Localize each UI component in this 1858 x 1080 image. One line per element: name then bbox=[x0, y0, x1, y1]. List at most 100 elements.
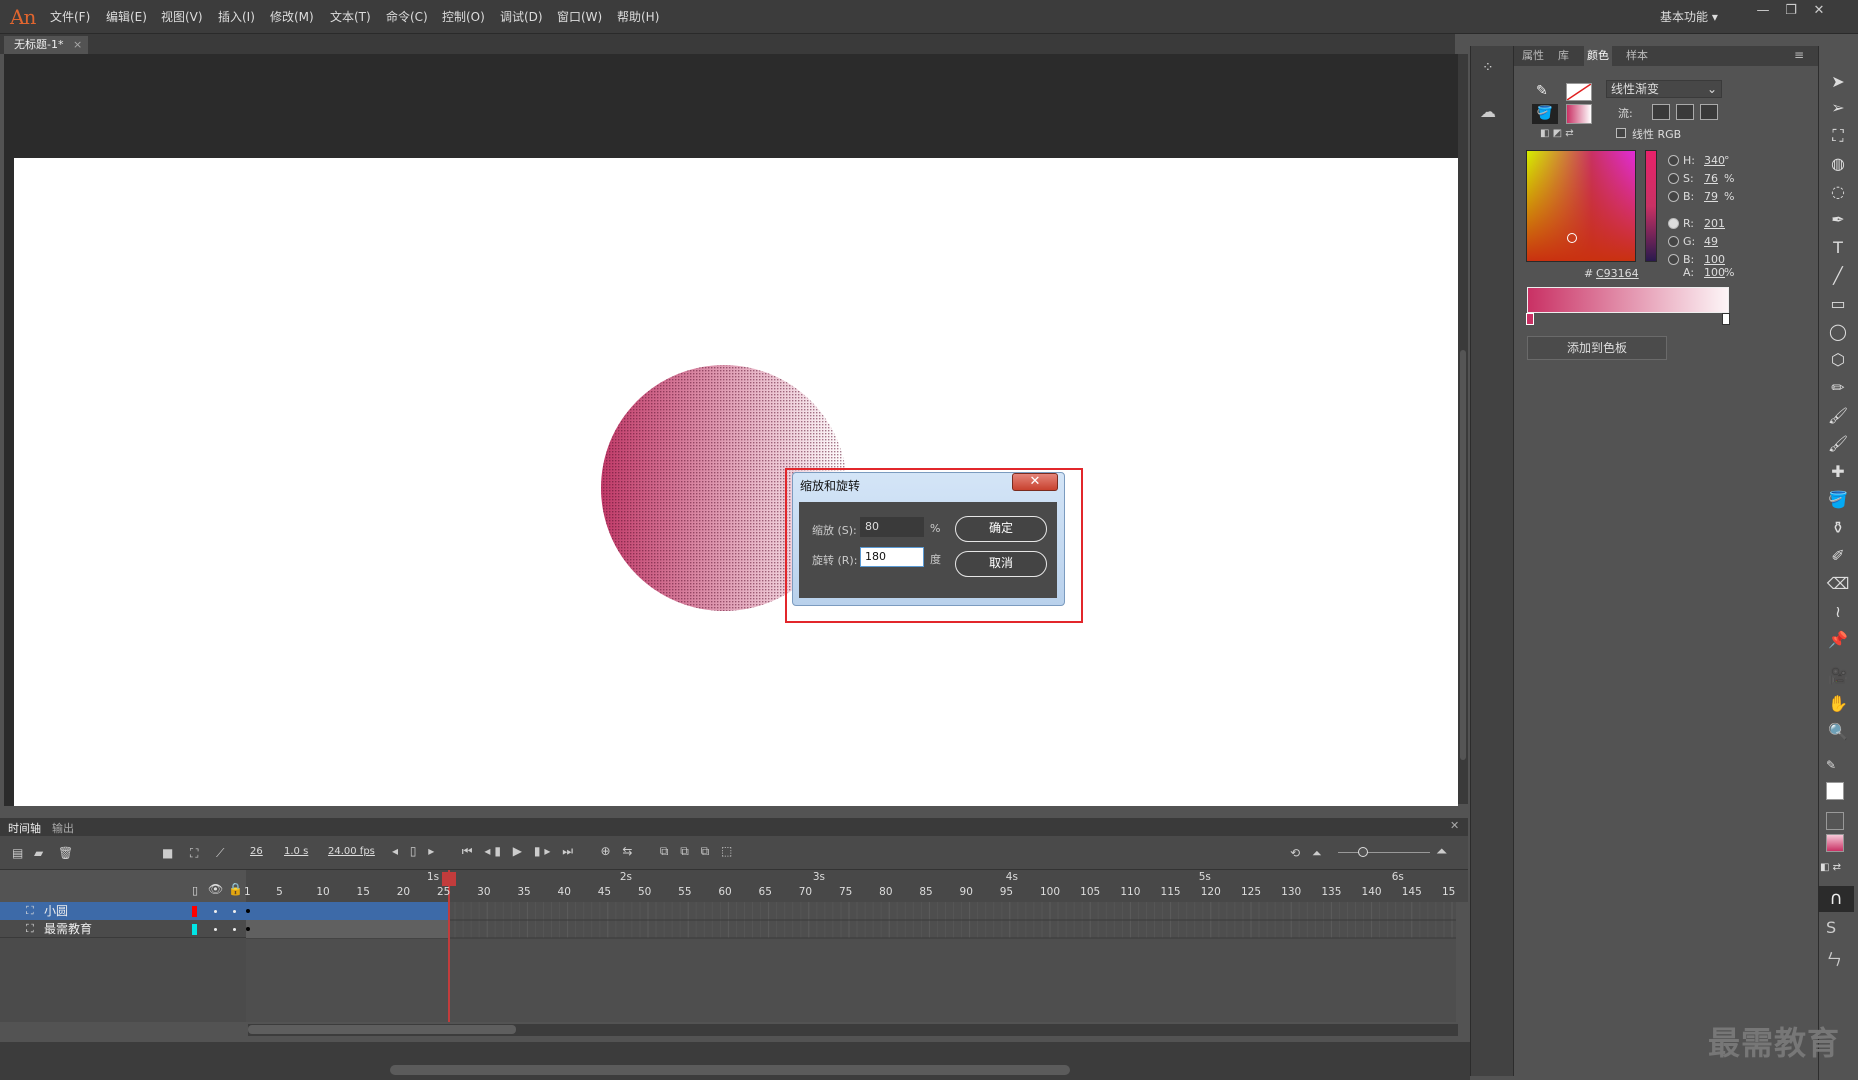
tab-library[interactable]: 库 bbox=[1558, 46, 1569, 66]
oval-tool-icon[interactable]: ◯ bbox=[1824, 320, 1852, 344]
layer-color-swatch[interactable] bbox=[192, 924, 197, 935]
value-bc[interactable]: 100 bbox=[1704, 253, 1725, 266]
workspace-switcher[interactable]: 基本功能 ▾ bbox=[1660, 6, 1740, 28]
layer-name[interactable]: 最需教育 bbox=[44, 920, 92, 938]
zoom-slider-track[interactable] bbox=[1338, 852, 1430, 853]
hex-value[interactable]: C93164 bbox=[1596, 267, 1639, 280]
stroke-color-icon[interactable]: ✎ bbox=[1536, 83, 1556, 101]
menu-item-8[interactable]: 调试(D) bbox=[500, 0, 543, 34]
layer-lock-dot[interactable] bbox=[233, 910, 236, 913]
swap-colors-icon[interactable]: ◧ ◩ ⇄ bbox=[1540, 128, 1574, 139]
layer-color-swatch[interactable] bbox=[192, 906, 197, 917]
menu-item-7[interactable]: 控制(O) bbox=[442, 0, 485, 34]
pin-tool-icon[interactable]: 📌 bbox=[1824, 628, 1852, 652]
menu-item-1[interactable]: 编辑(E) bbox=[106, 0, 147, 34]
fill-color-tool-icon[interactable] bbox=[1826, 812, 1844, 830]
paint-bucket-tool-icon[interactable]: 🪣 bbox=[1824, 488, 1852, 512]
value-h[interactable]: 340 bbox=[1704, 154, 1725, 167]
rectangle-tool-icon[interactable]: ▭ bbox=[1824, 292, 1852, 316]
stage-scroll-thumb[interactable] bbox=[1460, 350, 1466, 760]
tab-color[interactable]: 颜色 bbox=[1584, 46, 1612, 66]
value-bv[interactable]: 79 bbox=[1704, 190, 1718, 203]
value-a[interactable]: 100 bbox=[1704, 266, 1725, 279]
menu-item-4[interactable]: 修改(M) bbox=[270, 0, 314, 34]
fill-type-select[interactable]: 线性渐变 ⌄ bbox=[1606, 80, 1722, 98]
layer-row[interactable]: ⛶ 小圆 bbox=[0, 902, 246, 920]
lock-icon[interactable]: 🔒 bbox=[228, 882, 243, 896]
gradient-preview-bar[interactable] bbox=[1527, 287, 1729, 313]
menu-item-6[interactable]: 命令(C) bbox=[386, 0, 428, 34]
graph-icon[interactable]: ⟋ bbox=[216, 846, 224, 861]
fill-color-icon[interactable]: 🪣 bbox=[1532, 104, 1558, 124]
subselection-tool-icon[interactable]: ➢ bbox=[1824, 96, 1852, 120]
text-tool-icon[interactable]: T bbox=[1824, 236, 1852, 260]
pencil-tool-icon[interactable]: ✏ bbox=[1824, 376, 1852, 400]
motion-presets-icon[interactable]: ⁘ bbox=[1482, 60, 1504, 82]
flow-repeat-button[interactable] bbox=[1700, 104, 1718, 120]
lasso-tool-icon[interactable]: ◌ bbox=[1824, 180, 1852, 204]
menu-item-2[interactable]: 视图(V) bbox=[161, 0, 203, 34]
menu-item-10[interactable]: 帮助(H) bbox=[617, 0, 659, 34]
linear-rgb-checkbox[interactable] bbox=[1616, 128, 1626, 138]
value-r[interactable]: 201 bbox=[1704, 217, 1725, 230]
dialog-close-button[interactable]: ✕ bbox=[1012, 473, 1058, 491]
keyframe-dot[interactable] bbox=[246, 927, 250, 931]
selected-frame-span[interactable] bbox=[246, 902, 448, 920]
layer-lock-dot[interactable] bbox=[233, 928, 236, 931]
add-to-swatches-button[interactable]: 添加到色板 bbox=[1527, 336, 1667, 360]
eye-icon[interactable]: 👁 bbox=[208, 882, 223, 896]
radio-s[interactable] bbox=[1668, 173, 1679, 184]
maximize-button[interactable]: ❐ bbox=[1778, 2, 1804, 20]
color-picker-field[interactable] bbox=[1526, 150, 1636, 262]
stage-horizontal-scroll-thumb[interactable] bbox=[390, 1065, 1070, 1075]
radio-r[interactable] bbox=[1668, 218, 1679, 229]
line-tool-icon[interactable]: ╱ bbox=[1824, 264, 1852, 288]
cc-libraries-icon[interactable]: ☁ bbox=[1480, 102, 1506, 124]
layer-visibility-dot[interactable] bbox=[214, 910, 217, 913]
bone-tool-icon[interactable]: ✚ bbox=[1824, 460, 1852, 484]
hand-tool-icon[interactable]: ✋ bbox=[1824, 692, 1852, 716]
value-g[interactable]: 49 bbox=[1704, 235, 1718, 248]
zoom-slider-thumb[interactable] bbox=[1358, 847, 1368, 857]
picker-cursor[interactable] bbox=[1567, 233, 1577, 243]
radio-h[interactable] bbox=[1668, 155, 1679, 166]
eraser-tool-icon[interactable]: ⌫ bbox=[1824, 572, 1852, 596]
radio-bc[interactable] bbox=[1668, 254, 1679, 265]
camera-icon[interactable]: ■ bbox=[162, 846, 173, 860]
playback-controls[interactable]: ◂ ▯ ▸ ⏮ ◂▮ ▶ ▮▸ ⏭ ⊕ ⇆ ⧉ ⧉ ⧉ ⬚ bbox=[392, 844, 736, 859]
free-transform-tool-icon[interactable]: ⛶ bbox=[1824, 124, 1852, 148]
frame-span-layer2[interactable] bbox=[246, 920, 448, 938]
layer-depth-icon[interactable]: ⛶ bbox=[190, 846, 198, 861]
radio-g[interactable] bbox=[1668, 236, 1679, 247]
camera-tool-icon[interactable]: 🎥 bbox=[1824, 664, 1852, 688]
zoom-out-icon[interactable]: ⏶ bbox=[1312, 846, 1322, 861]
gradient-stop-right[interactable] bbox=[1722, 313, 1730, 325]
new-layer-icon[interactable]: ▤ bbox=[12, 846, 23, 860]
zoom-tool-icon[interactable]: 🔍 bbox=[1824, 720, 1852, 744]
polystar-tool-icon[interactable]: ⬡ bbox=[1824, 348, 1852, 372]
tab-properties[interactable]: 属性 bbox=[1522, 46, 1544, 66]
brush-tool-icon[interactable]: 🖌 bbox=[1824, 404, 1852, 428]
document-tab[interactable]: 无标题-1* × bbox=[4, 36, 88, 54]
new-folder-icon[interactable]: ▰ bbox=[34, 846, 43, 860]
timeline-close-icon[interactable]: ✕ bbox=[1450, 819, 1459, 832]
menu-item-5[interactable]: 文本(T) bbox=[330, 0, 371, 34]
straighten-icon[interactable]: ㄣ bbox=[1826, 946, 1850, 969]
layer-visibility-dot[interactable] bbox=[214, 928, 217, 931]
close-window-button[interactable]: ✕ bbox=[1806, 2, 1832, 20]
stroke-color-tool-icon[interactable]: ✎ bbox=[1826, 758, 1840, 772]
outline-header-icon[interactable]: ▯ bbox=[192, 884, 198, 897]
pen-tool-icon[interactable]: ✒ bbox=[1824, 208, 1852, 232]
tab-swatches[interactable]: 样本 bbox=[1626, 46, 1648, 66]
ok-button[interactable]: 确定 bbox=[955, 516, 1047, 542]
layer-name[interactable]: 小圆 bbox=[44, 902, 68, 920]
playhead-handle[interactable] bbox=[442, 872, 456, 886]
paint-brush-tool-icon[interactable]: 🖌 bbox=[1824, 432, 1852, 456]
current-frame[interactable]: 26 bbox=[250, 846, 263, 857]
width-tool-icon[interactable]: ≀ bbox=[1824, 600, 1852, 624]
delete-layer-icon[interactable]: 🗑 bbox=[58, 846, 73, 860]
layer-row[interactable]: ⛶ 最需教育 bbox=[0, 920, 246, 938]
loop-icon[interactable]: ⟲ bbox=[1290, 846, 1300, 860]
stroke-swatch[interactable] bbox=[1566, 83, 1592, 101]
radio-bv[interactable] bbox=[1668, 191, 1679, 202]
